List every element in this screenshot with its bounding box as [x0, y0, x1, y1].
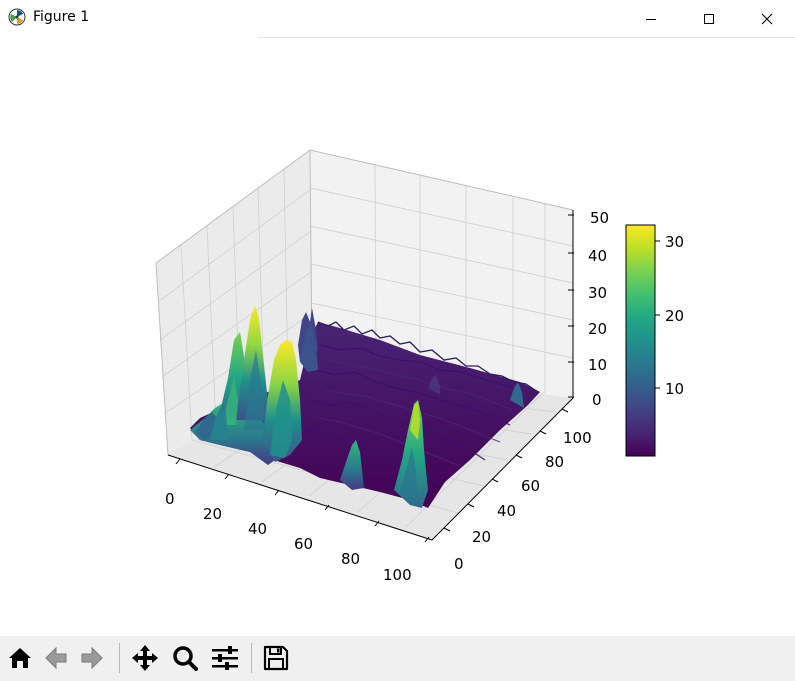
sliders-icon: [212, 646, 238, 670]
colorbar-tick-label: 20: [665, 307, 684, 325]
arrow-right-icon: [81, 646, 103, 670]
matplotlib-logo-icon: [8, 8, 26, 26]
x-tick-label: 100: [383, 566, 412, 584]
home-button[interactable]: [3, 641, 37, 675]
save-button[interactable]: [259, 641, 293, 675]
x-tick-label: 0: [165, 490, 175, 508]
back-button[interactable]: [39, 641, 73, 675]
maximize-icon: [704, 13, 714, 24]
zoom-button[interactable]: [168, 641, 202, 675]
colorbar: 10 20 30: [625, 224, 684, 457]
toolbar-separator: [119, 643, 120, 673]
colorbar-tick-label: 30: [665, 233, 684, 251]
z-tick-label: 20: [588, 320, 607, 338]
y-tick-label: 0: [454, 555, 464, 573]
minimize-button[interactable]: [622, 0, 680, 37]
x-tick-label: 20: [203, 505, 222, 523]
x-tick-label: 80: [341, 550, 360, 568]
z-tick-label: 30: [588, 284, 607, 302]
move-icon: [132, 645, 158, 671]
maximize-button[interactable]: [680, 0, 738, 37]
configure-subplots-button[interactable]: [208, 641, 242, 675]
x-tick-label: 40: [248, 520, 267, 538]
floppy-disk-icon: [263, 645, 289, 671]
y-tick-label: 20: [472, 528, 491, 546]
magnifier-icon: [173, 646, 198, 671]
forward-button[interactable]: [75, 641, 109, 675]
y-tick-label: 100: [563, 429, 592, 447]
window-title: Figure 1: [33, 9, 90, 25]
title-bar: Figure 1: [0, 0, 795, 38]
pan-button[interactable]: [128, 641, 162, 675]
surface-plot: 0 20 40 60 80 100 0 20 40 60 80 100 0 10…: [155, 149, 684, 584]
home-icon: [9, 648, 31, 668]
y-tick-label: 60: [521, 477, 540, 495]
minimize-icon: [646, 18, 656, 20]
close-button[interactable]: [738, 0, 795, 37]
z-tick-label: 50: [590, 209, 609, 227]
arrow-left-icon: [45, 646, 67, 670]
colorbar-tick-label: 10: [665, 380, 684, 398]
z-tick-label: 0: [592, 391, 602, 409]
y-tick-label: 80: [545, 453, 564, 471]
y-tick-label: 40: [497, 502, 516, 520]
navigation-toolbar: [0, 636, 795, 681]
close-icon: [761, 13, 773, 24]
z-tick-label: 10: [588, 356, 607, 374]
z-tick-label: 40: [588, 247, 607, 265]
x-tick-label: 60: [294, 535, 313, 553]
toolbar-separator: [251, 643, 252, 673]
figure-canvas[interactable]: 0 20 40 60 80 100 0 20 40 60 80 100 0 10…: [0, 38, 795, 636]
